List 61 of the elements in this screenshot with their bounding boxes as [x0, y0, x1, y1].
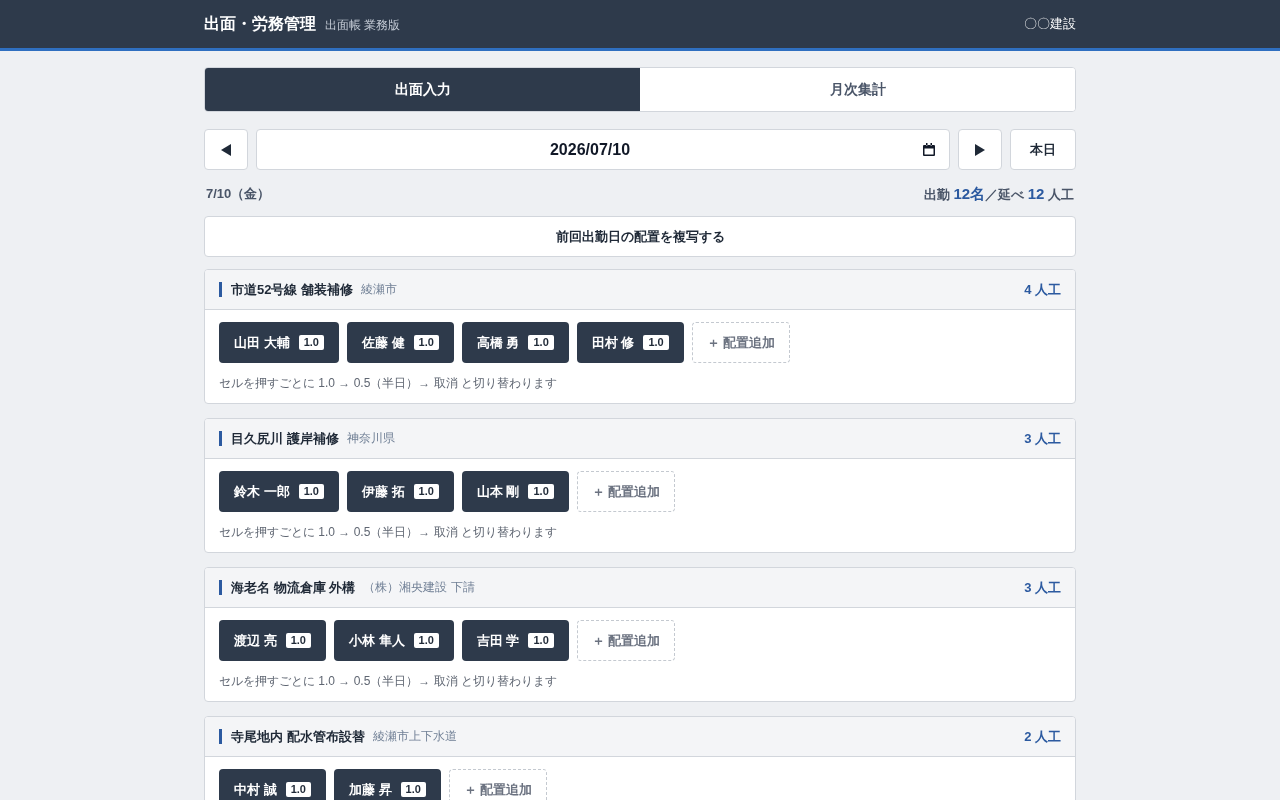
company-name: 〇〇建設: [1024, 15, 1076, 33]
day-count-badge: 1.0: [285, 782, 311, 797]
worker-chip[interactable]: 中村 誠 1.0: [219, 769, 326, 800]
site-total: 3 人工: [1024, 578, 1061, 597]
day-count-badge: 1.0: [528, 335, 554, 350]
previous-day-button[interactable]: [204, 129, 248, 170]
day-count-badge: 1.0: [643, 335, 669, 350]
site-client: 綾瀬市上下水道: [372, 728, 457, 745]
accent-bar-icon: [219, 729, 222, 744]
today-button[interactable]: 本日: [1010, 129, 1076, 170]
accent-bar-icon: [219, 580, 222, 595]
site-client: 綾瀬市: [361, 281, 398, 298]
site-total: 2 人工: [1024, 727, 1061, 746]
app-subtitle: 出面帳 業務版: [325, 16, 401, 34]
site-total: 4 人工: [1024, 280, 1061, 299]
site-name: 寺尾地内 配水管布設替: [231, 727, 365, 746]
worker-chip[interactable]: 高橋 勇 1.0: [461, 322, 569, 363]
accent-bar-icon: [219, 431, 222, 446]
add-assignment-button[interactable]: ＋ 配置追加: [448, 769, 548, 800]
worker-chip[interactable]: 伊藤 拓 1.0: [346, 471, 454, 512]
worker-chip[interactable]: 鈴木 一郎 1.0: [219, 471, 339, 512]
calendar-icon[interactable]: [923, 143, 935, 156]
day-count-badge: 1.0: [413, 633, 439, 648]
left-triangle-icon: [221, 143, 231, 156]
right-triangle-icon: [975, 143, 985, 156]
app-title: 出面・労務管理: [204, 13, 316, 34]
site-name: 市道52号線 舗装補修: [231, 280, 354, 299]
site-name: 海老名 物流倉庫 外構: [231, 578, 356, 597]
worker-chip[interactable]: 渡辺 亮 1.0: [219, 620, 326, 661]
add-assignment-button[interactable]: ＋ 配置追加: [691, 322, 791, 363]
site-client: （株）湘央建設 下請: [363, 579, 475, 596]
date-field[interactable]: 2026/07/10: [256, 129, 950, 170]
day-count-badge: 1.0: [298, 335, 324, 350]
day-count-badge: 1.0: [413, 335, 439, 350]
tab[interactable]: 出面入力: [205, 68, 640, 111]
worker-chip[interactable]: 山本 剛 1.0: [461, 471, 569, 512]
next-day-button[interactable]: [958, 129, 1002, 170]
day-count-badge: 1.0: [528, 484, 554, 499]
site-client: 神奈川県: [346, 430, 395, 447]
day-label: 7/10（金）: [206, 185, 271, 203]
add-assignment-button[interactable]: ＋ 配置追加: [576, 620, 676, 661]
hint-text: セルを押すごとに 1.0 → 0.5（半日）→ 取消 と切り替わります: [219, 524, 558, 540]
day-count-badge: 1.0: [298, 484, 324, 499]
attendance-totals: 出勤 12名／延べ 12 人工: [923, 184, 1074, 204]
worker-chip[interactable]: 佐藤 健 1.0: [346, 322, 454, 363]
day-count-badge: 1.0: [413, 484, 439, 499]
worker-chip[interactable]: 吉田 学 1.0: [461, 620, 569, 661]
hint-text: セルを押すごとに 1.0 → 0.5（半日）→ 取消 と切り替わります: [219, 673, 558, 689]
site-total: 3 人工: [1024, 429, 1061, 448]
site-name: 目久尻川 護岸補修: [231, 429, 339, 448]
accent-bar-icon: [219, 282, 222, 297]
worker-chip[interactable]: 加藤 昇 1.0: [333, 769, 441, 800]
copy-previous-button[interactable]: 前回出勤日の配置を複写する: [204, 216, 1076, 257]
day-count-badge: 1.0: [528, 633, 554, 648]
worker-chip[interactable]: 小林 隼人 1.0: [333, 620, 454, 661]
worker-chip[interactable]: 田村 修 1.0: [576, 322, 684, 363]
day-count-badge: 1.0: [285, 633, 311, 648]
hint-text: セルを押すごとに 1.0 → 0.5（半日）→ 取消 と切り替わります: [219, 375, 558, 391]
worker-chip[interactable]: 山田 大輔 1.0: [219, 322, 339, 363]
add-assignment-button[interactable]: ＋ 配置追加: [576, 471, 676, 512]
day-count-badge: 1.0: [400, 782, 426, 797]
